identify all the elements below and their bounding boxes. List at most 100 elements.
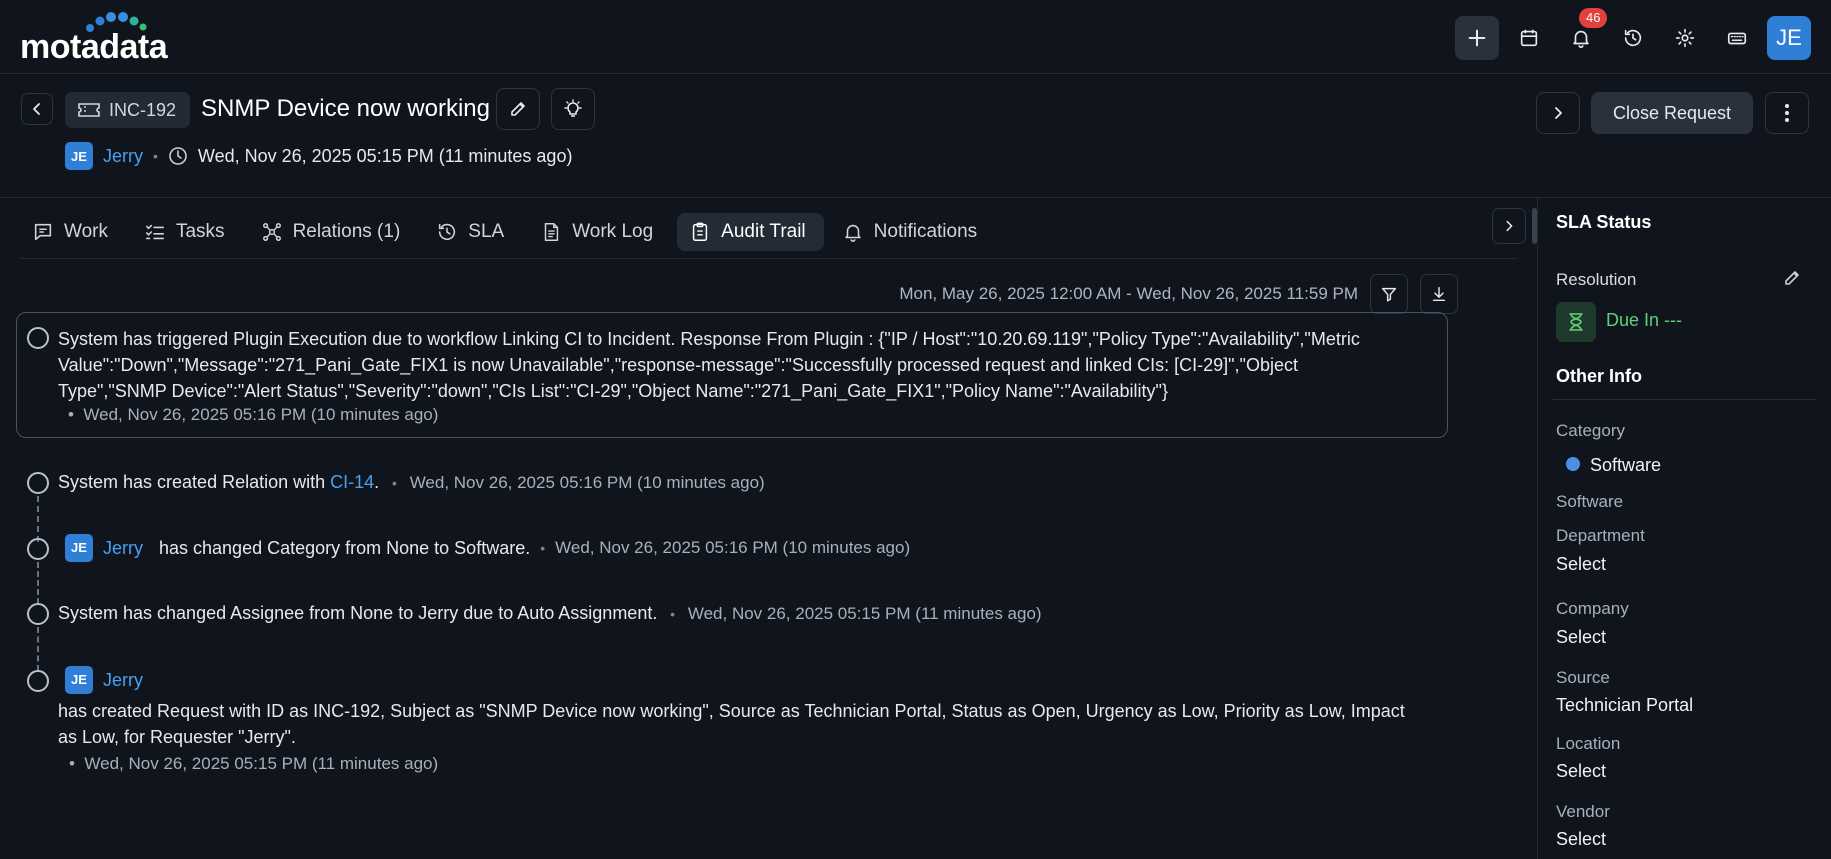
gear-icon — [1675, 28, 1695, 48]
top-actions: 46 JE — [1455, 8, 1811, 60]
request-id: INC-192 — [109, 99, 177, 120]
source-label: Source — [1556, 668, 1610, 687]
download-icon — [1432, 286, 1446, 302]
calendar-button[interactable] — [1507, 16, 1551, 60]
suggestion-button[interactable] — [551, 88, 595, 130]
separator-dot: • — [153, 148, 158, 164]
details-sidebar: SLA Status Resolution Due In --- Other I… — [1537, 198, 1831, 859]
audit-entry-text: System has triggered Plugin Execution du… — [58, 326, 1443, 404]
requester-link[interactable]: Jerry — [103, 146, 143, 167]
due-in-value: Due In --- — [1606, 310, 1683, 330]
download-button[interactable] — [1420, 274, 1458, 314]
tabs-divider — [20, 258, 1518, 259]
tabs-scroll-right-button[interactable] — [1492, 208, 1526, 244]
ticket-icon — [78, 103, 100, 117]
vendor-select[interactable]: Select — [1556, 829, 1606, 850]
separator-dot: • — [662, 606, 683, 622]
tab-sla[interactable]: SLA — [424, 213, 522, 251]
motadata-logo[interactable]: motadata — [20, 12, 190, 66]
chat-icon — [34, 223, 52, 241]
relations-icon — [262, 223, 281, 241]
sla-timer-box — [1556, 302, 1596, 342]
category-value[interactable]: Software — [1590, 455, 1661, 476]
edit-title-button[interactable] — [496, 88, 540, 130]
calendar-icon — [1520, 29, 1538, 47]
date-range[interactable]: Mon, May 26, 2025 12:00 AM - Wed, Nov 26… — [899, 284, 1358, 304]
separator-dot: • — [540, 540, 546, 556]
audit-entry-time-text: Wed, Nov 26, 2025 05:15 PM (11 minutes a… — [687, 604, 1042, 623]
user-avatar[interactable]: JE — [1767, 16, 1811, 60]
keyboard-shortcuts-button[interactable] — [1715, 16, 1759, 60]
timeline-connector — [37, 496, 39, 542]
audit-entry-time: • Wed, Nov 26, 2025 05:16 PM (10 minutes… — [68, 405, 439, 424]
top-bar: motadata 46 JE — [0, 0, 1831, 74]
add-button[interactable] — [1455, 16, 1499, 60]
timeline-node — [27, 603, 49, 625]
document-icon — [544, 223, 559, 241]
tab-work-log[interactable]: Work Log — [528, 213, 671, 251]
clock-icon — [169, 147, 187, 165]
tab-relations[interactable]: Relations (1) — [249, 213, 419, 251]
next-request-button[interactable] — [1536, 92, 1580, 134]
timeline-connector — [37, 627, 39, 671]
request-title: SNMP Device now working — [201, 95, 490, 122]
hourglass-icon — [1569, 313, 1583, 331]
more-options-button[interactable] — [1765, 92, 1809, 134]
edit-sla-button[interactable] — [1782, 268, 1802, 293]
tab-tasks[interactable]: Tasks — [132, 213, 243, 251]
tab-work[interactable]: Work — [20, 213, 126, 251]
audit-toolbar: Mon, May 26, 2025 12:00 AM - Wed, Nov 26… — [899, 274, 1458, 314]
actor-link[interactable]: Jerry — [103, 667, 143, 693]
timeline-node — [27, 538, 49, 560]
audit-entry-time-text: Wed, Nov 26, 2025 05:15 PM (11 minutes a… — [84, 754, 439, 773]
audit-entry-line: Value":"Down","Message":"271_Pani_Gate_F… — [58, 355, 1298, 375]
location-label: Location — [1556, 734, 1621, 753]
created-time: Wed, Nov 26, 2025 05:15 PM (11 minutes a… — [197, 145, 573, 166]
source-value[interactable]: Technician Portal — [1556, 695, 1693, 716]
plus-icon — [1468, 29, 1486, 47]
tab-notifications-label: Notifications — [873, 221, 978, 242]
category-label: Category — [1556, 421, 1625, 440]
timeline-node — [27, 327, 49, 349]
audit-entry-line: has created Request with ID as INC-192, … — [58, 701, 1405, 721]
history-icon — [439, 223, 456, 241]
tab-notifications[interactable]: Notifications — [830, 213, 996, 251]
sla-status-title: SLA Status — [1556, 212, 1652, 232]
back-button[interactable] — [21, 93, 53, 125]
audit-entry-line: as Low, for Requester "Jerry". — [58, 727, 296, 747]
audit-entry-message: System has created Relation with — [58, 472, 326, 492]
tab-relations-label: Relations (1) — [292, 221, 401, 242]
filter-icon — [1381, 287, 1397, 302]
actor-avatar: JE — [65, 534, 93, 562]
settings-button[interactable] — [1663, 16, 1707, 60]
other-info-title: Other Info — [1556, 366, 1642, 386]
subcategory-value[interactable]: Software — [1556, 492, 1623, 512]
audit-entry-time-text: Wed, Nov 26, 2025 05:16 PM (10 minutes a… — [83, 405, 439, 424]
tab-audit-trail[interactable]: Audit Trail — [677, 213, 824, 251]
request-meta: JE Jerry • Wed, Nov 26, 2025 05:15 PM (1… — [65, 142, 572, 170]
location-select[interactable]: Select — [1556, 761, 1606, 782]
actor-link[interactable]: Jerry — [103, 535, 143, 561]
audit-entry-line: System has triggered Plugin Execution du… — [58, 329, 1360, 349]
tab-tasks-label: Tasks — [175, 221, 225, 242]
department-select[interactable]: Select — [1556, 554, 1606, 575]
filter-button[interactable] — [1370, 274, 1408, 314]
kebab-menu-icon — [1785, 104, 1789, 122]
audit-entry-message: System has changed Assignee from None to… — [58, 603, 658, 623]
notifications-button[interactable]: 46 — [1559, 8, 1608, 60]
close-request-button[interactable]: Close Request — [1591, 92, 1753, 134]
requester-avatar: JE — [65, 142, 93, 170]
request-id-chip[interactable]: INC-192 — [65, 92, 191, 128]
chevron-right-icon — [1555, 107, 1562, 119]
logo-text: motadata — [20, 28, 168, 66]
lightbulb-icon — [564, 99, 582, 117]
audit-entry-time-text: Wed, Nov 26, 2025 05:16 PM (10 minutes a… — [409, 473, 765, 492]
detail-tabs: Work Tasks Relations (1) SLA Work Log Au… — [20, 207, 1520, 257]
checklist-icon — [145, 224, 165, 240]
tab-sla-label: SLA — [468, 221, 505, 242]
history-button[interactable] — [1611, 16, 1655, 60]
audit-entry-text: has created Request with ID as INC-192, … — [58, 698, 1478, 750]
audit-entry-actor: JE Jerry — [65, 666, 143, 694]
ci-link[interactable]: CI-14 — [330, 472, 374, 492]
company-select[interactable]: Select — [1556, 627, 1606, 648]
